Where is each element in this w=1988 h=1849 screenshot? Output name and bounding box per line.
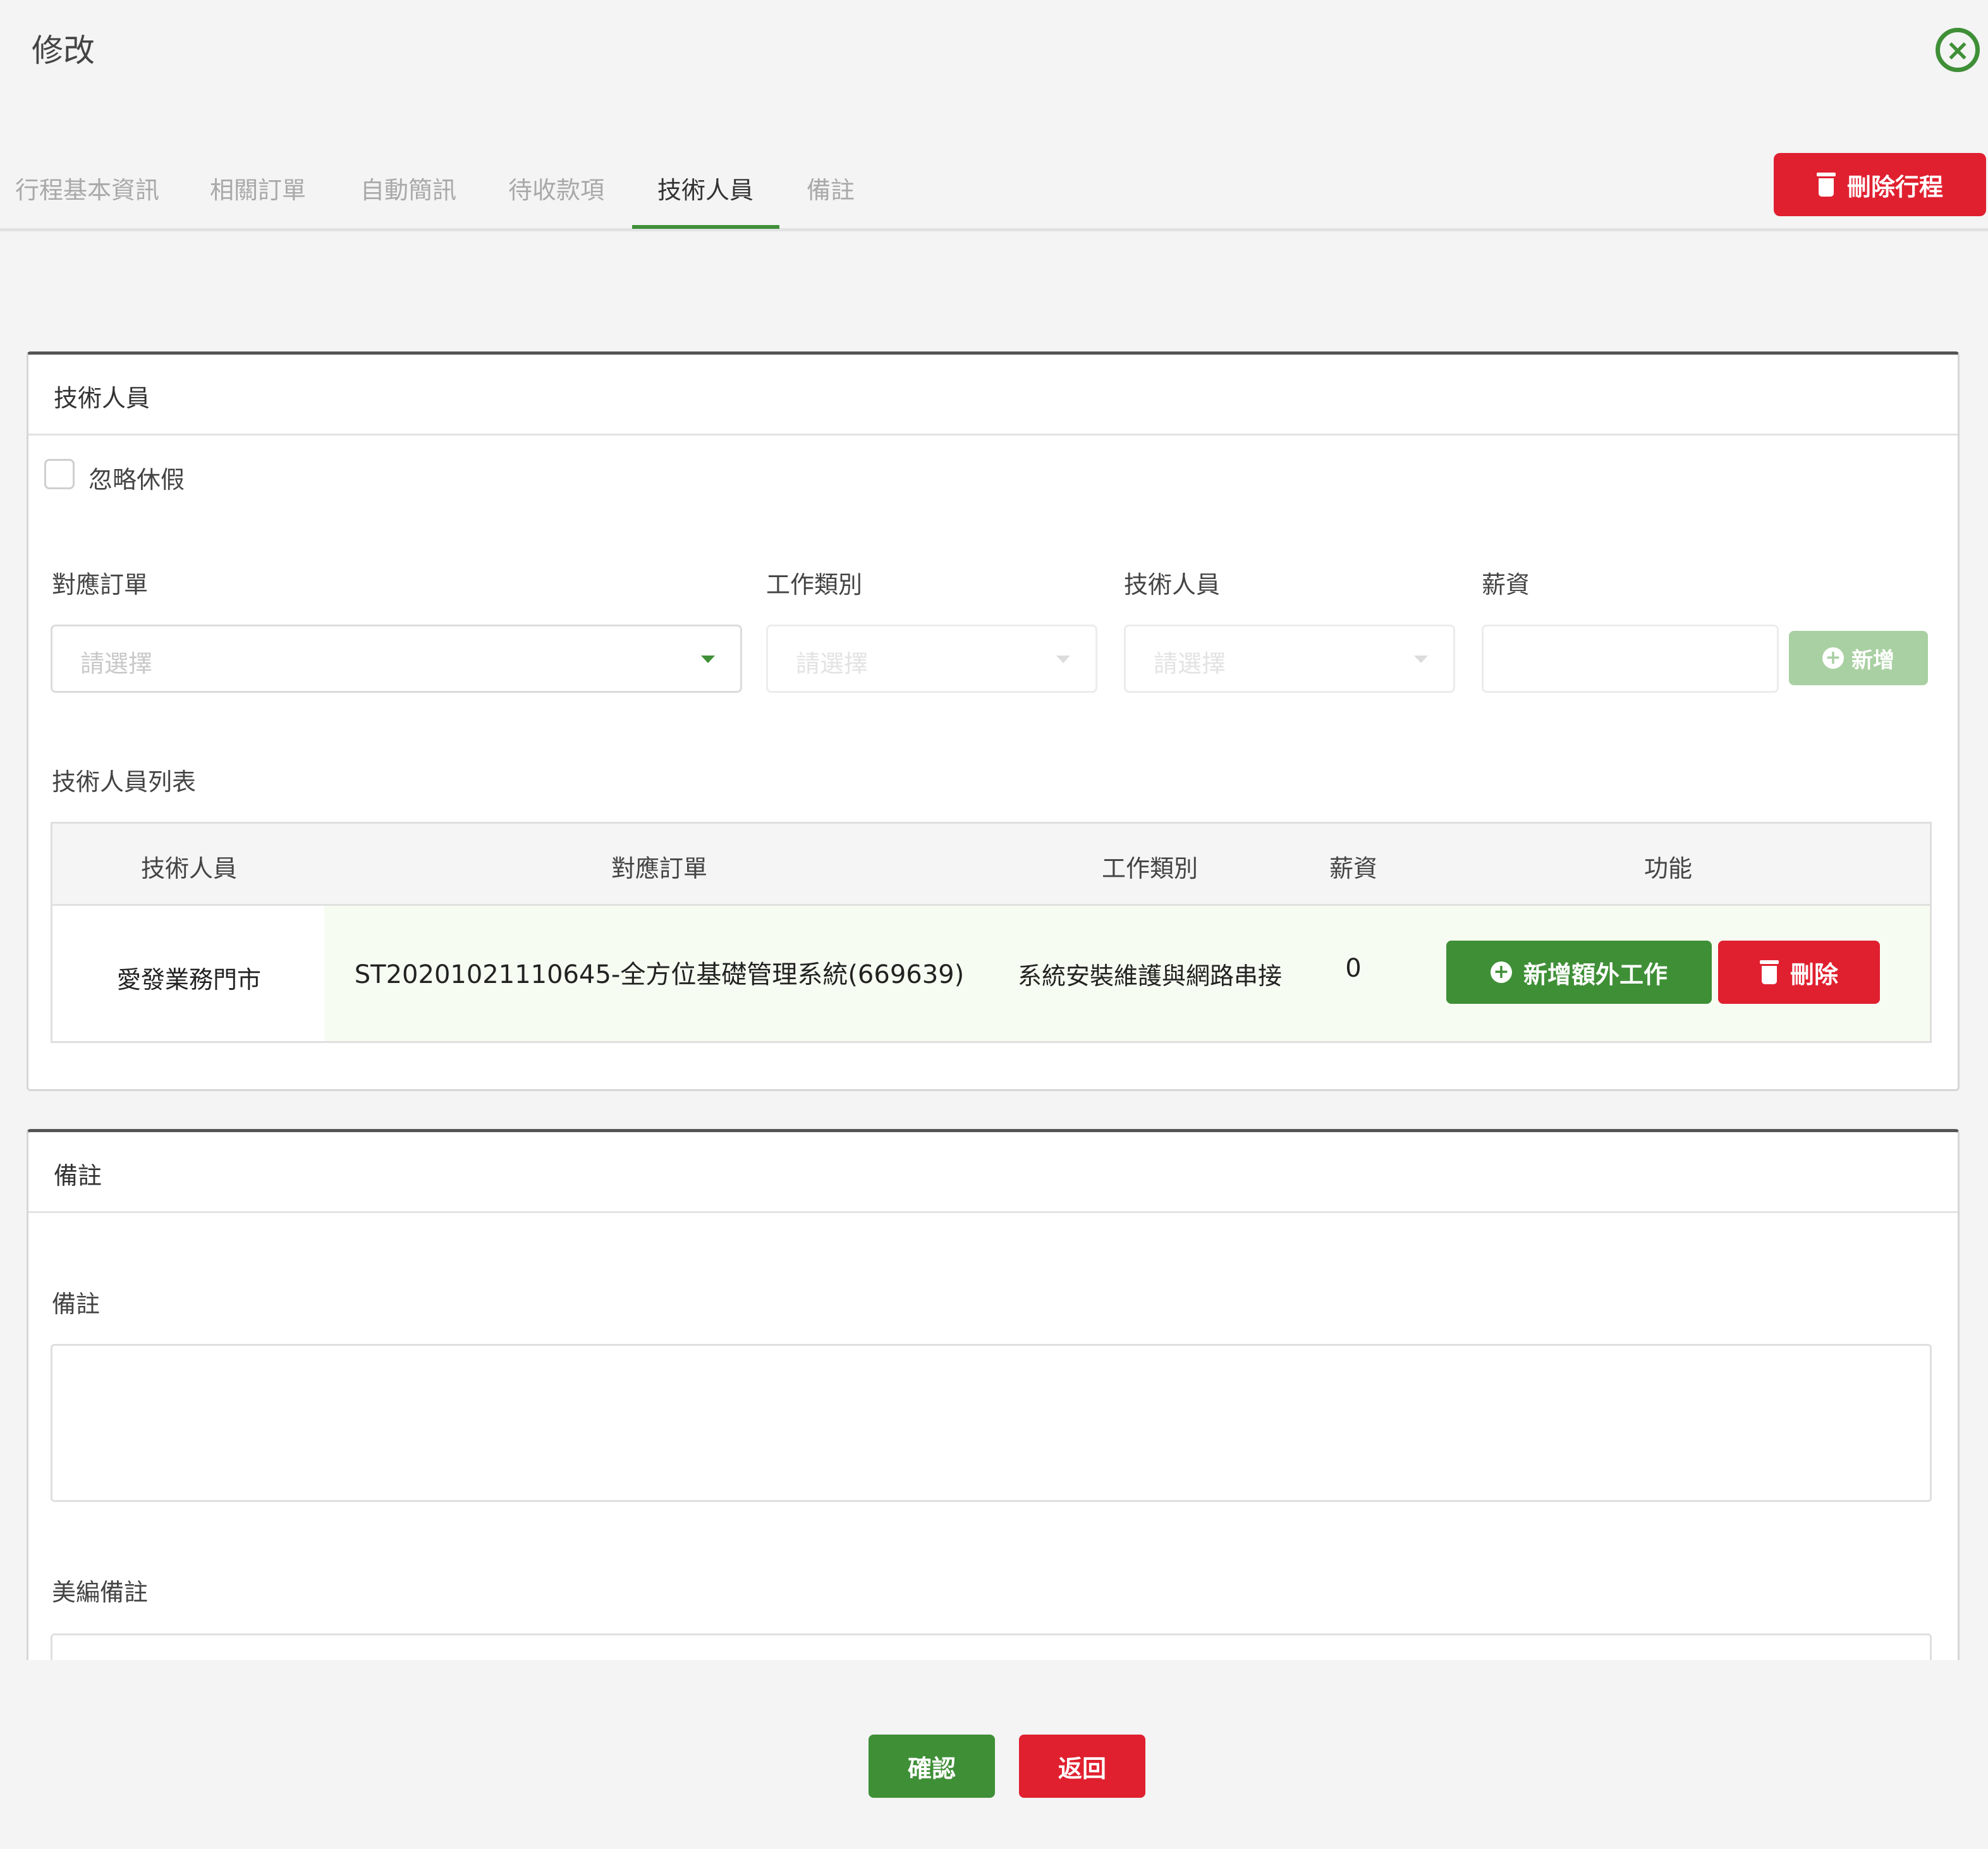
technician-select[interactable]: 請選擇 [1124,625,1455,693]
column-header-salary: 薪資 [1329,855,1378,882]
row-salary: 0 [1345,954,1362,983]
chevron-down-icon [701,656,715,663]
editor-note-field-label: 美編備註 [52,1578,149,1606]
plus-circle-icon: + [1490,961,1512,983]
work-type-select-placeholder: 請選擇 [796,650,869,678]
delete-row-button[interactable]: 刪除 [1718,941,1880,1004]
trash-icon [1816,173,1836,197]
technician-select-placeholder: 請選擇 [1154,650,1226,678]
tab-auto-sms[interactable]: 自動簡訊 [360,171,456,205]
chevron-down-icon [1414,656,1428,663]
order-field-label: 對應訂單 [52,571,149,599]
row-order: ST20201021110645-全方位基礎管理系統(669639) [354,960,965,989]
work-type-field-label: 工作類別 [766,571,863,599]
panel-title: 備註 [28,1132,1958,1213]
active-tab-indicator [632,225,779,229]
tab-receivables[interactable]: 待收款項 [508,171,604,205]
page-title: 修改 [32,32,95,69]
tab-notes[interactable]: 備註 [807,171,855,205]
trash-icon [1759,960,1779,984]
add-technician-button[interactable]: + 新增 [1789,631,1928,685]
column-header-work-type: 工作類別 [1101,855,1198,882]
ignore-leave-checkbox[interactable] [44,459,75,489]
row-technician: 愛發業務門市 [116,966,262,994]
panel-title: 技術人員 [28,355,1958,436]
row-work-type: 系統安裝維護與網路串接 [1017,962,1283,990]
column-header-order: 對應訂單 [611,855,708,882]
delete-trip-button[interactable]: 刪除行程 [1774,153,1986,216]
back-button[interactable]: 返回 [1019,1735,1145,1798]
order-select-placeholder: 請選擇 [80,650,153,678]
technician-list-title: 技術人員列表 [52,768,197,796]
salary-field-label: 薪資 [1482,571,1530,599]
ignore-leave-label: 忽略休假 [88,466,185,494]
note-textarea[interactable] [51,1344,1932,1502]
confirm-button[interactable]: 確認 [869,1735,995,1798]
salary-input[interactable] [1482,625,1779,693]
add-extra-work-button[interactable]: + 新增額外工作 [1446,941,1712,1004]
technician-field-label: 技術人員 [1124,571,1221,599]
technician-table: 技術人員 對應訂單 工作類別 薪資 功能 愛發業務門市 ST2020102111… [51,822,1932,1043]
note-field-label: 備註 [52,1290,101,1318]
column-header-technician: 技術人員 [140,855,238,882]
chevron-down-icon [1056,656,1070,663]
order-select[interactable]: 請選擇 [51,625,742,693]
tab-related-orders[interactable]: 相關訂單 [210,171,306,205]
table-header: 技術人員 對應訂單 工作類別 薪資 功能 [52,824,1930,906]
delete-trip-label: 刪除行程 [1846,173,1943,201]
add-label: 新增 [1851,647,1894,673]
work-type-select[interactable]: 請選擇 [766,625,1097,693]
add-extra-work-label: 新增額外工作 [1523,960,1668,989]
plus-circle-icon: + [1822,647,1844,669]
tab-bar: 行程基本資訊 相關訂單 自動簡訊 待收款項 技術人員 備註 [0,152,1988,231]
tab-technicians[interactable]: 技術人員 [657,171,753,205]
delete-row-label: 刪除 [1790,960,1838,989]
tab-basic-info[interactable]: 行程基本資訊 [15,171,159,205]
close-circle-icon[interactable]: × [1936,28,1980,72]
column-header-actions: 功能 [1643,855,1693,882]
